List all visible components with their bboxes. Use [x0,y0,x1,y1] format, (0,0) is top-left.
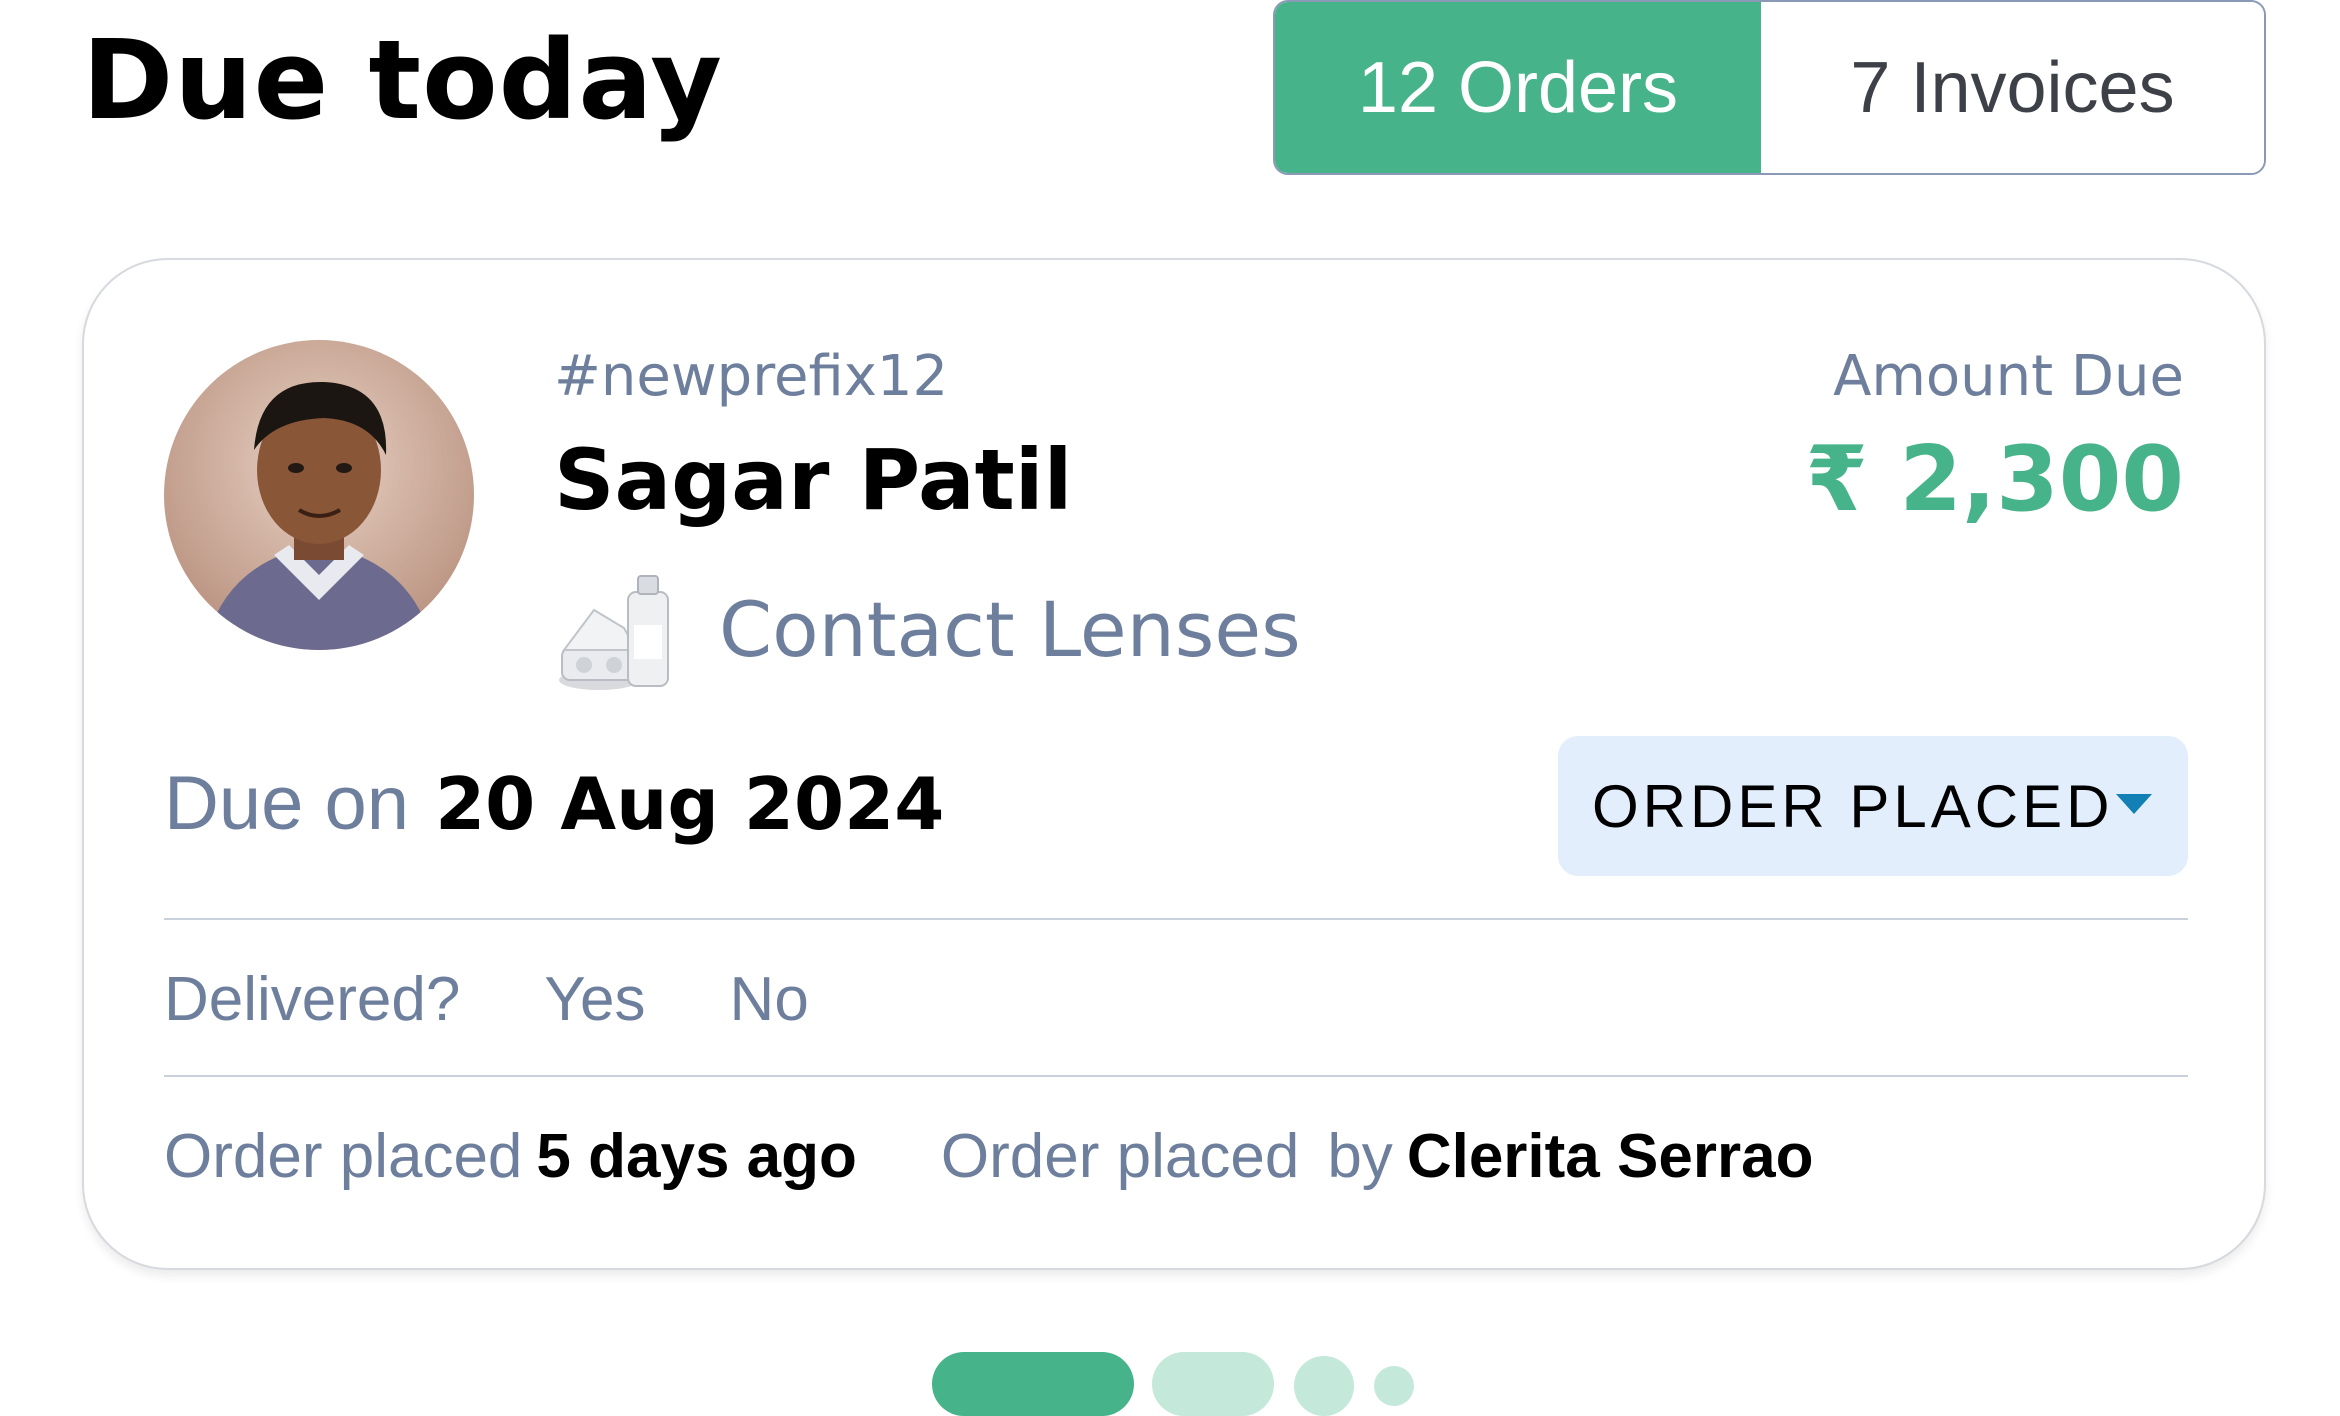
delivered-question: Delivered? [164,965,461,1034]
order-placed-by-label: Order placed [940,1122,1300,1191]
caret-down-icon [2116,794,2152,814]
order-status-dropdown[interactable]: ORDER PLACED [1558,736,2188,876]
tab-invoices[interactable]: 7 Invoices [1761,2,2264,173]
avatar [164,340,474,650]
page-title: Due today [82,16,723,144]
delivered-row: Delivered? Yes No [164,960,893,1040]
due-today-screen: Due today 12 Orders 7 Invoices #newprefi… [0,0,2340,1416]
product-name: Contact Lenses [719,585,1301,674]
due-date-value: 20 Aug 2024 [435,762,945,846]
pager-dot[interactable] [1374,1366,1414,1406]
order-placed-time: 5 days ago [536,1122,857,1191]
pager-dot[interactable] [1152,1352,1274,1416]
due-date-row: Due on 20 Aug 2024 [164,760,944,847]
due-on-label: Due on [164,761,410,846]
carousel-pager [0,1352,2340,1416]
amount-due-label: Amount Due [1833,344,2184,409]
contact-lenses-product-icon [554,570,679,695]
tab-orders[interactable]: 12 Orders [1275,2,1761,173]
orders-invoices-toggle: 12 Orders 7 Invoices [1273,0,2266,175]
delivered-no-option[interactable]: No [730,960,809,1040]
pager-dot-active[interactable] [932,1352,1134,1416]
divider [164,1075,2188,1077]
customer-name: Sagar Patil [554,431,1073,529]
amount-due-value: ₹ 2,300 [1805,427,2184,532]
order-meta-row: Order placed 5 days ago Order placed by … [164,1117,1813,1197]
order-status-value: ORDER PLACED [1592,772,2114,840]
order-placed-label: Order placed [164,1122,523,1191]
divider [164,918,2188,920]
delivered-yes-option[interactable]: Yes [544,960,645,1040]
order-placed-by-name: Clerita Serrao [1406,1122,1814,1191]
by-word: by [1327,1122,1393,1191]
pager-dot[interactable] [1294,1356,1354,1416]
order-id: #newprefix12 [554,344,949,409]
order-card[interactable]: #newprefix12 Sagar Patil Contact Lenses … [82,258,2266,1270]
